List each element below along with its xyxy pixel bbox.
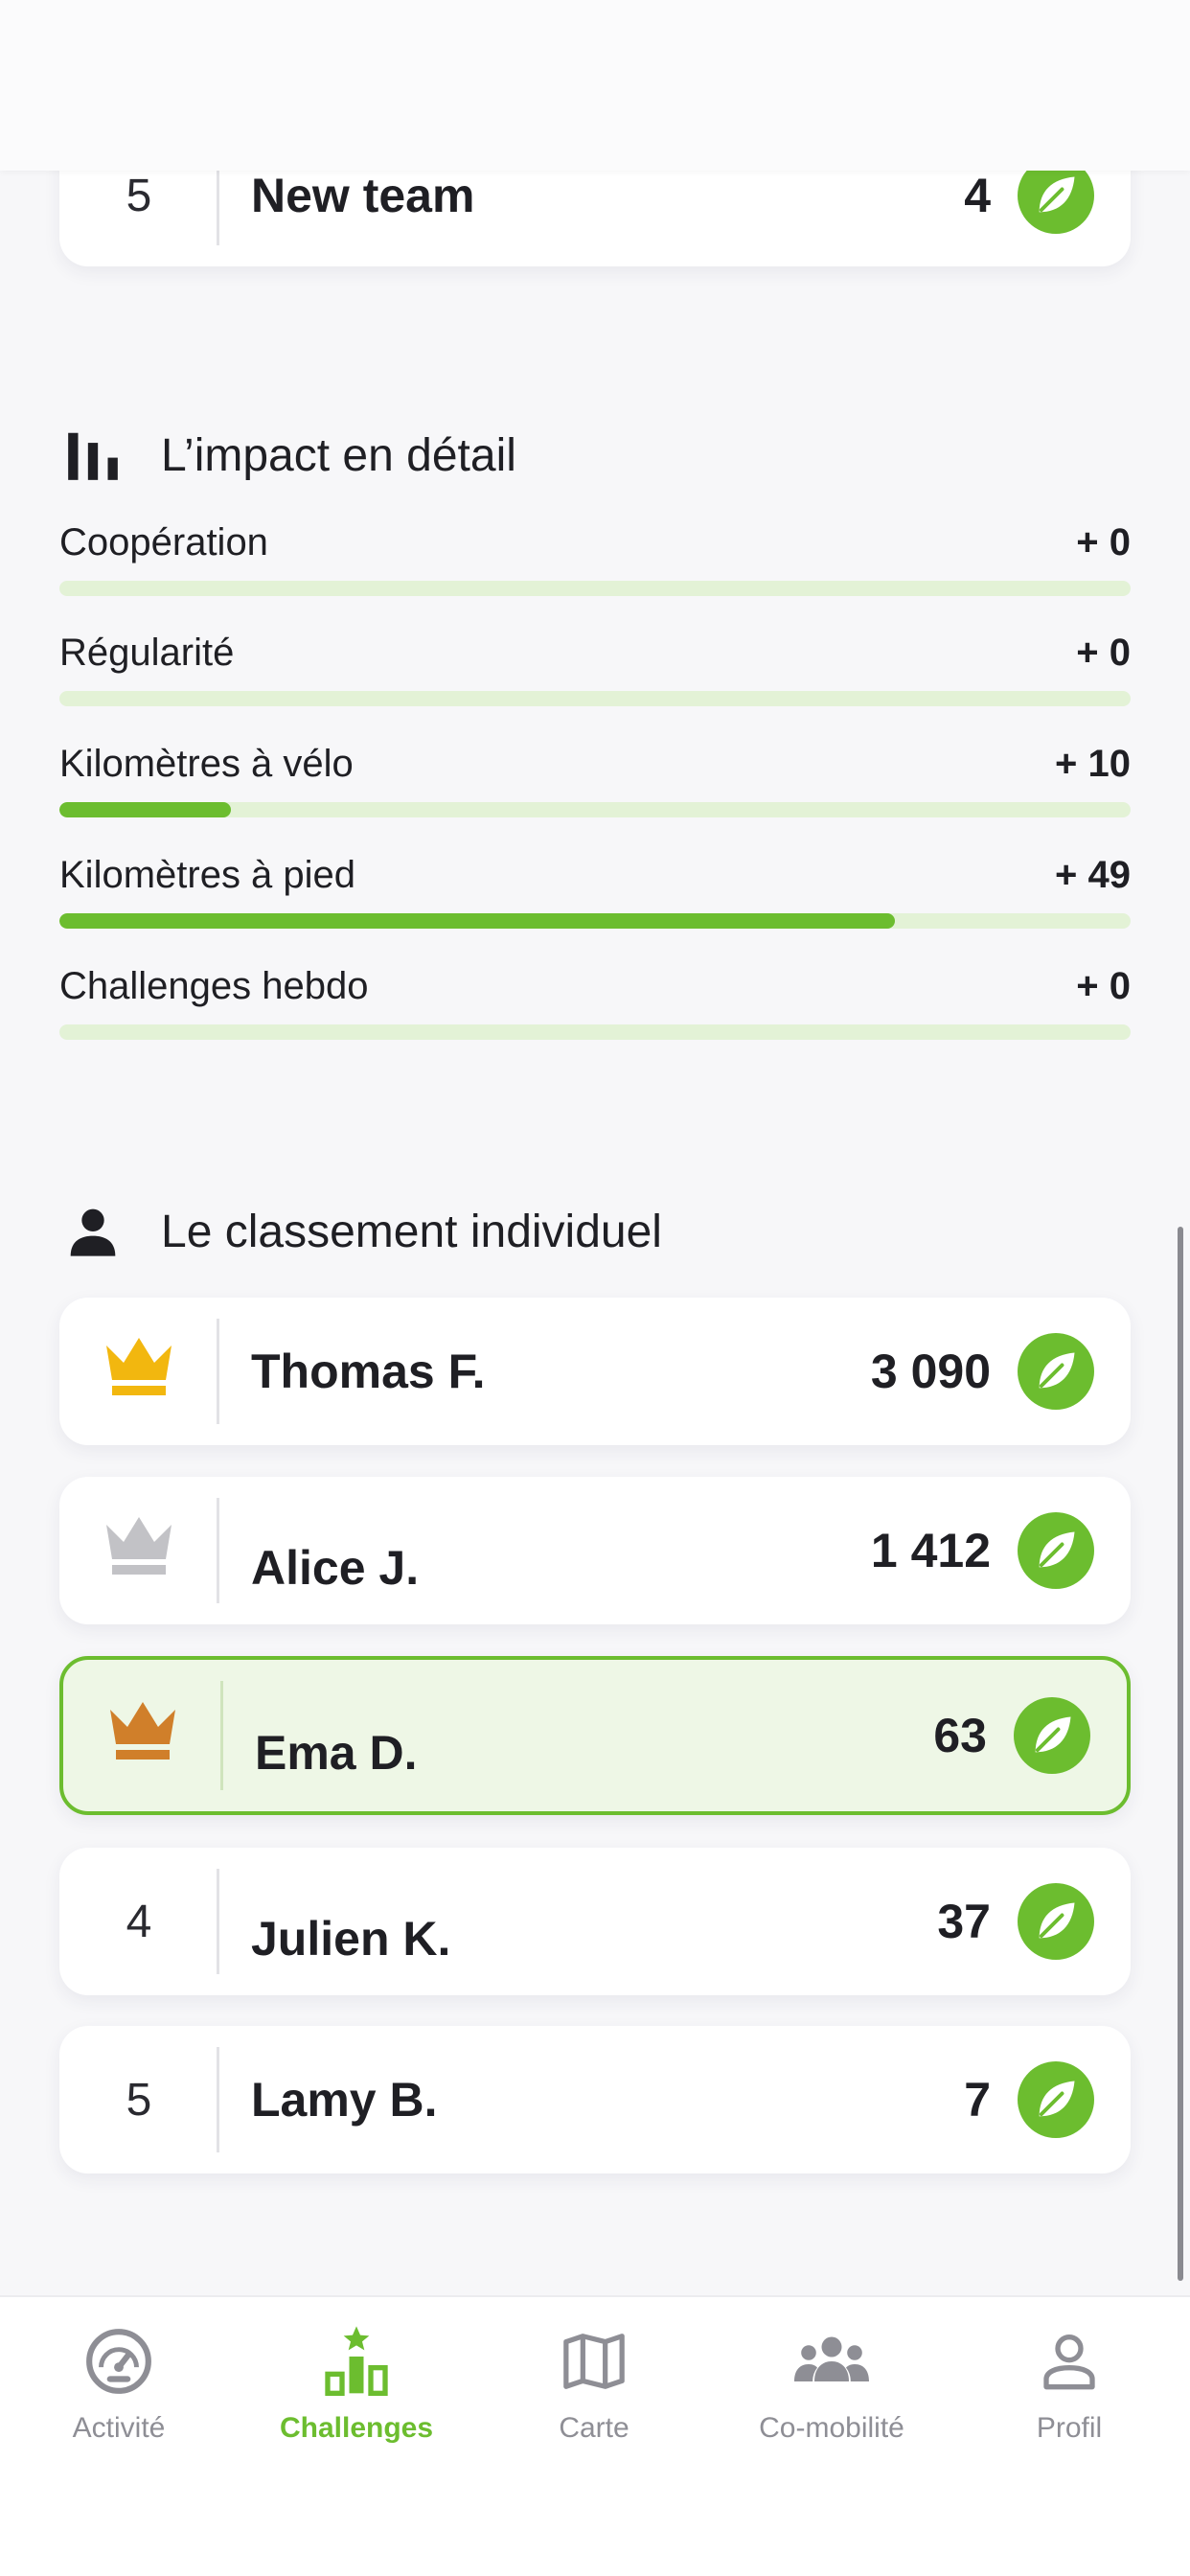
metric-progress-track (59, 581, 1131, 596)
user-name: Lamy B. (251, 2073, 438, 2127)
tab-challenges[interactable]: Challenges (238, 2318, 475, 2462)
metric-label: Régularité (59, 632, 235, 674)
rank-number: 5 (126, 2074, 152, 2126)
individual-ranking-row[interactable]: 5 Lamy B. 7 (59, 2026, 1131, 2174)
bottom-tab-bar: Activité Challenges Carte Co-mobilité Pr… (0, 2295, 1190, 2576)
metric-progress-track (59, 913, 1131, 929)
rank-badge (59, 1477, 218, 1624)
impact-section-title: L’impact en détail (59, 422, 516, 489)
metric-progress-track (59, 1024, 1131, 1040)
leaf-icon (1018, 1512, 1094, 1589)
metric-row: Kilomètres à pied + 49 (59, 854, 1131, 940)
tab-activite[interactable]: Activité (0, 2318, 238, 2462)
metric-row: Challenges hebdo + 0 (59, 965, 1131, 1051)
metric-label: Coopération (59, 521, 268, 564)
metric-label: Kilomètres à pied (59, 854, 356, 896)
metric-value: + 0 (1076, 965, 1131, 1007)
metric-progress-fill (59, 913, 896, 929)
user-score: 37 (937, 1895, 991, 1948)
challenges-content: 5 New team 4 L’impact en détail Coopérat… (0, 0, 1190, 2295)
metric-label: Challenges hebdo (59, 965, 369, 1007)
leaf-icon (1018, 2061, 1094, 2138)
individual-ranking-row[interactable]: Thomas F. 3 090 (59, 1298, 1131, 1445)
person-icon (59, 1205, 126, 1258)
user-name: Ema D. (255, 1726, 418, 1780)
individual-ranking-row-current-user[interactable]: Ema D. 63 (59, 1656, 1131, 1815)
tab-co-mobilite[interactable]: Co-mobilité (713, 2318, 950, 2462)
tab-label: Co-mobilité (759, 2412, 904, 2444)
user-name: Julien K. (251, 1912, 451, 1966)
bronze-crown-icon (106, 1698, 179, 1773)
individual-title-text: Le classement individuel (161, 1206, 662, 1257)
gold-crown-icon (103, 1334, 175, 1409)
impact-title-text: L’impact en détail (161, 429, 516, 481)
metric-progress-fill (59, 802, 231, 817)
user-name: Thomas F. (251, 1345, 486, 1398)
metric-value: + 0 (1076, 632, 1131, 674)
metric-row: Régularité + 0 (59, 632, 1131, 718)
group-icon (791, 2318, 872, 2404)
user-name: Alice J. (251, 1541, 420, 1595)
divider (220, 1681, 223, 1790)
individual-ranking-row[interactable]: 4 Julien K. 37 (59, 1848, 1131, 1995)
scrollbar[interactable] (1178, 1227, 1183, 2281)
tab-label: Challenges (279, 2412, 434, 2444)
tab-label: Profil (1036, 2412, 1103, 2444)
user-score: 7 (964, 2073, 991, 2127)
metric-row: Coopération + 0 (59, 521, 1131, 608)
tab-label: Carte (559, 2412, 629, 2444)
map-icon (561, 2318, 628, 2404)
metric-progress-track (59, 802, 1131, 817)
divider (217, 1498, 219, 1603)
header-bar (0, 0, 1190, 171)
user-score: 1 412 (870, 1524, 991, 1577)
metric-label: Kilomètres à vélo (59, 743, 354, 785)
leaf-icon (1014, 1697, 1090, 1774)
tab-label: Activité (72, 2412, 166, 2444)
divider (217, 2047, 219, 2152)
podium-icon (318, 2318, 395, 2404)
silver-crown-icon (103, 1513, 175, 1588)
divider (217, 1869, 219, 1974)
rank-badge (59, 1298, 218, 1445)
user-icon (1039, 2318, 1100, 2404)
metric-value: + 49 (1055, 854, 1131, 896)
individual-ranking-row[interactable]: Alice J. 1 412 (59, 1477, 1131, 1624)
rank-badge (63, 1660, 222, 1811)
metric-value: + 10 (1055, 743, 1131, 785)
metric-row: Kilomètres à vélo + 10 (59, 743, 1131, 829)
leaf-icon (1018, 1883, 1094, 1960)
tab-carte[interactable]: Carte (475, 2318, 713, 2462)
bar-chart-icon (59, 426, 126, 485)
metric-value: + 0 (1076, 521, 1131, 564)
individual-section-title: Le classement individuel (59, 1198, 662, 1265)
leaf-icon (1018, 1333, 1094, 1410)
user-score: 63 (933, 1709, 987, 1762)
rank-number: 4 (126, 1896, 152, 1947)
divider (217, 1319, 219, 1424)
tab-profil[interactable]: Profil (950, 2318, 1188, 2462)
speedometer-icon (83, 2318, 154, 2404)
metric-progress-track (59, 691, 1131, 706)
user-score: 3 090 (870, 1345, 991, 1398)
